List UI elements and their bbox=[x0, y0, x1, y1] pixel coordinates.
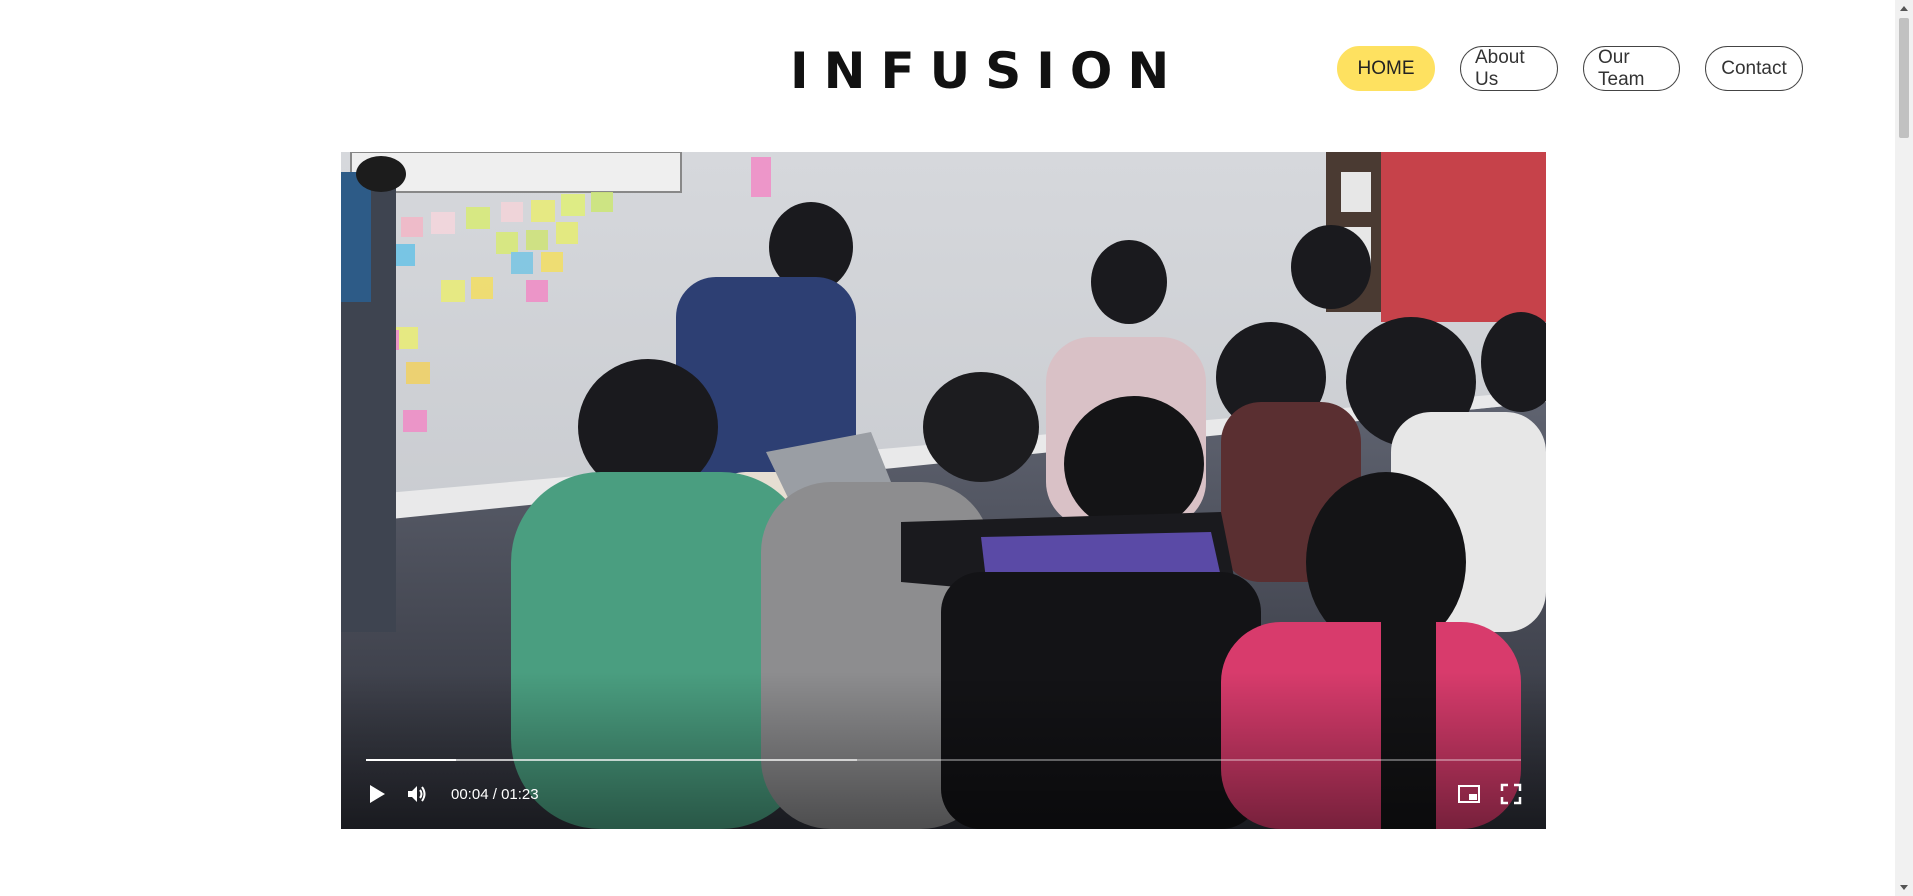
scroll-down-icon[interactable] bbox=[1895, 878, 1913, 896]
volume-icon[interactable] bbox=[405, 782, 429, 806]
nav-home-button[interactable]: HOME bbox=[1337, 46, 1435, 91]
time-separator: / bbox=[492, 786, 497, 803]
fullscreen-icon[interactable] bbox=[1499, 782, 1523, 806]
site-header: INFUSION HOME About Us Our Team Contact bbox=[0, 0, 1895, 140]
site-logo[interactable]: INFUSION bbox=[790, 42, 1184, 100]
nav-our-team-button[interactable]: Our Team bbox=[1583, 46, 1680, 91]
picture-in-picture-icon[interactable] bbox=[1457, 782, 1481, 806]
main-nav: HOME About Us Our Team Contact bbox=[1337, 46, 1803, 91]
nav-about-us-button[interactable]: About Us bbox=[1460, 46, 1558, 91]
played-bar bbox=[366, 759, 457, 761]
duration: 01:23 bbox=[501, 786, 539, 803]
scroll-up-icon[interactable] bbox=[1895, 0, 1913, 18]
video-player[interactable]: 00:04 / 01:23 bbox=[341, 152, 1546, 829]
vertical-scrollbar[interactable] bbox=[1895, 0, 1913, 896]
nav-contact-button[interactable]: Contact bbox=[1705, 46, 1803, 91]
play-icon[interactable] bbox=[365, 782, 389, 806]
time-display: 00:04 / 01:23 bbox=[451, 786, 539, 803]
progress-bar[interactable] bbox=[366, 759, 1521, 761]
scroll-thumb[interactable] bbox=[1899, 18, 1909, 138]
video-frame-image bbox=[341, 152, 1546, 829]
current-time: 00:04 bbox=[451, 786, 489, 803]
